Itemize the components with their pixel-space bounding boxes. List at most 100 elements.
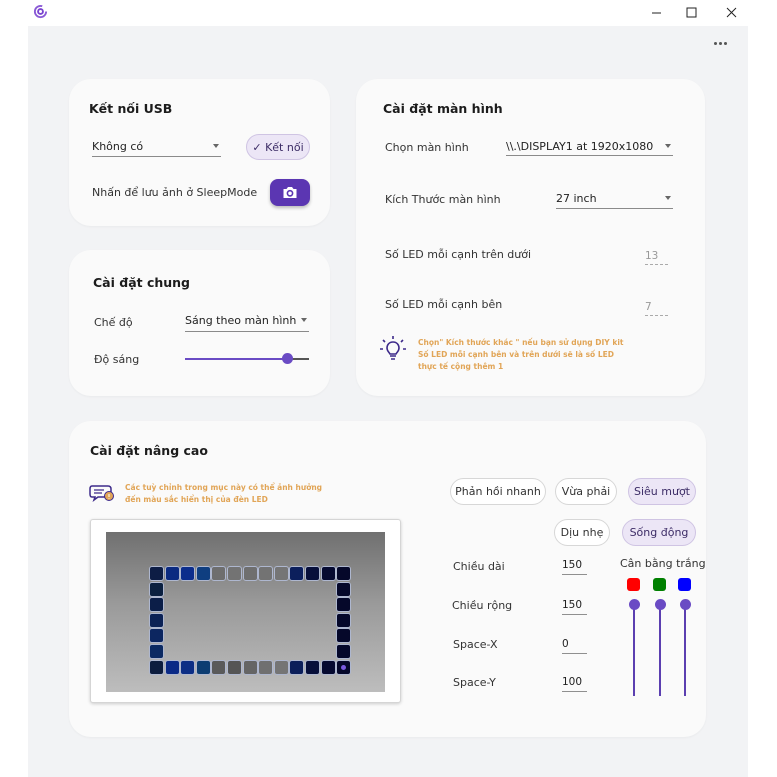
- warning-line: Các tuỳ chỉnh trong mục này có thể ảnh h…: [125, 483, 323, 492]
- led-top[interactable]: [211, 566, 227, 581]
- advanced-warning-text: Các tuỳ chỉnh trong mục này có thể ảnh h…: [125, 482, 322, 506]
- white-balance-label: Cân bằng trắng: [620, 557, 706, 570]
- led-top[interactable]: [164, 566, 180, 581]
- led-top[interactable]: [273, 566, 289, 581]
- led-bottom[interactable]: [305, 659, 320, 675]
- led-top[interactable]: [242, 566, 258, 581]
- length-input[interactable]: 150: [562, 559, 587, 575]
- led-top[interactable]: [227, 566, 242, 581]
- space-y-input[interactable]: 100: [562, 676, 587, 692]
- chip-vivid[interactable]: Sống động: [622, 519, 696, 546]
- led-left[interactable]: [149, 581, 164, 597]
- close-icon: [726, 7, 736, 17]
- led-bottom[interactable]: [273, 659, 289, 675]
- led-right[interactable]: [336, 628, 352, 644]
- hint-line: Chọn" Kích thước khác " nếu bạn sử dụng …: [418, 338, 624, 347]
- camera-icon: [283, 187, 297, 198]
- space-x-label: Space-X: [453, 638, 498, 651]
- led-bottom[interactable]: [180, 659, 196, 675]
- chevron-down-icon: [665, 196, 671, 200]
- led-bottom[interactable]: [149, 659, 164, 675]
- led-left[interactable]: [149, 628, 164, 644]
- maximize-icon: [686, 7, 696, 17]
- wb-thumb-blue[interactable]: [679, 599, 691, 610]
- wb-thumb-green[interactable]: [654, 599, 666, 610]
- chip-moderate[interactable]: Vừa phải: [555, 478, 617, 505]
- more-options-button[interactable]: [708, 36, 732, 50]
- mode-label: Chế độ: [94, 316, 133, 329]
- more-dot: [723, 41, 727, 45]
- wb-swatch-green: [653, 578, 666, 591]
- maximize-button[interactable]: [676, 2, 706, 22]
- chevron-down-icon: [213, 144, 219, 148]
- led-top[interactable]: [320, 566, 336, 581]
- led-bottom[interactable]: [195, 659, 211, 675]
- led-top[interactable]: [289, 566, 305, 581]
- led-left[interactable]: [149, 597, 164, 613]
- led-left[interactable]: [149, 612, 164, 628]
- led-side-input[interactable]: 7: [645, 301, 668, 316]
- chip-super-smooth[interactable]: Siêu mượt: [628, 478, 696, 505]
- led-bottom[interactable]: [289, 659, 305, 675]
- brightness-thumb[interactable]: [282, 353, 294, 364]
- warning-line: đến màu sắc hiển thị của đèn LED: [125, 495, 268, 504]
- led-right[interactable]: [336, 612, 352, 628]
- led-top[interactable]: [258, 566, 274, 581]
- wb-slider-green[interactable]: [659, 604, 661, 696]
- chevron-down-icon: [665, 144, 671, 148]
- led-top[interactable]: [180, 566, 196, 581]
- title-bar: [0, 0, 777, 26]
- chip-soft[interactable]: Dịu nhẹ: [554, 519, 610, 546]
- minimize-button[interactable]: [641, 2, 671, 22]
- monitor-select[interactable]: \\.\DISPLAY1 at 1920x1080: [506, 140, 673, 156]
- led-bottom[interactable]: [211, 659, 227, 675]
- led-top[interactable]: [149, 566, 164, 581]
- usb-card: Kết nối USB Không có ✓ Kết nối Nhấn để l…: [69, 79, 330, 226]
- width-label: Chiều rộng: [452, 599, 513, 612]
- wb-slider-blue[interactable]: [684, 604, 686, 696]
- chevron-down-icon: [301, 318, 307, 322]
- width-input[interactable]: 150: [562, 599, 587, 615]
- screen-size-value: 27 inch: [556, 192, 597, 205]
- hint-line: thực tế cộng thêm 1: [418, 362, 504, 371]
- screen-size-select[interactable]: 27 inch: [556, 192, 673, 209]
- length-label: Chiều dài: [453, 560, 505, 573]
- brightness-slider[interactable]: [185, 353, 309, 365]
- usb-port-select[interactable]: Không có: [92, 140, 221, 157]
- led-right[interactable]: [336, 597, 352, 613]
- led-bottom[interactable]: [227, 659, 242, 675]
- close-button[interactable]: [716, 2, 746, 22]
- connect-button[interactable]: ✓ Kết nối: [246, 134, 310, 160]
- more-dot: [718, 41, 722, 45]
- wb-slider-red[interactable]: [633, 604, 635, 696]
- led-top[interactable]: [305, 566, 320, 581]
- led-bottom[interactable]: [258, 659, 274, 675]
- led-top[interactable]: [195, 566, 211, 581]
- sleepmode-label: Nhấn để lưu ảnh ở SleepMode: [92, 186, 258, 199]
- sleepmode-capture-button[interactable]: [270, 179, 310, 206]
- minimize-icon: [651, 12, 661, 13]
- led-top[interactable]: [336, 566, 352, 581]
- general-settings-title: Cài đặt chung: [93, 275, 191, 290]
- led-right[interactable]: [336, 581, 352, 597]
- led-top-bottom-input[interactable]: 13: [645, 250, 668, 265]
- chat-warning-icon: [89, 485, 114, 502]
- general-settings-card: Cài đặt chung Chế độ Sáng theo màn hình …: [69, 250, 330, 396]
- usb-port-value: Không có: [92, 140, 144, 153]
- brightness-label: Độ sáng: [94, 353, 140, 366]
- screen-size-label: Kích Thước màn hình: [385, 193, 501, 206]
- led-right[interactable]: [336, 644, 352, 659]
- led-preview-frame: [90, 519, 401, 703]
- led-bottom[interactable]: [242, 659, 258, 675]
- led-bottom[interactable]: [336, 659, 352, 675]
- mode-value: Sáng theo màn hình: [185, 314, 297, 327]
- space-y-label: Space-Y: [453, 676, 496, 689]
- chip-fast-response[interactable]: Phản hồi nhanh: [450, 478, 546, 505]
- space-x-input[interactable]: 0: [562, 638, 587, 654]
- led-bottom[interactable]: [164, 659, 180, 675]
- wb-thumb-red[interactable]: [628, 599, 640, 610]
- led-preview-screen: [106, 532, 385, 692]
- led-left[interactable]: [149, 644, 164, 659]
- mode-select[interactable]: Sáng theo màn hình: [185, 314, 309, 332]
- led-bottom[interactable]: [320, 659, 336, 675]
